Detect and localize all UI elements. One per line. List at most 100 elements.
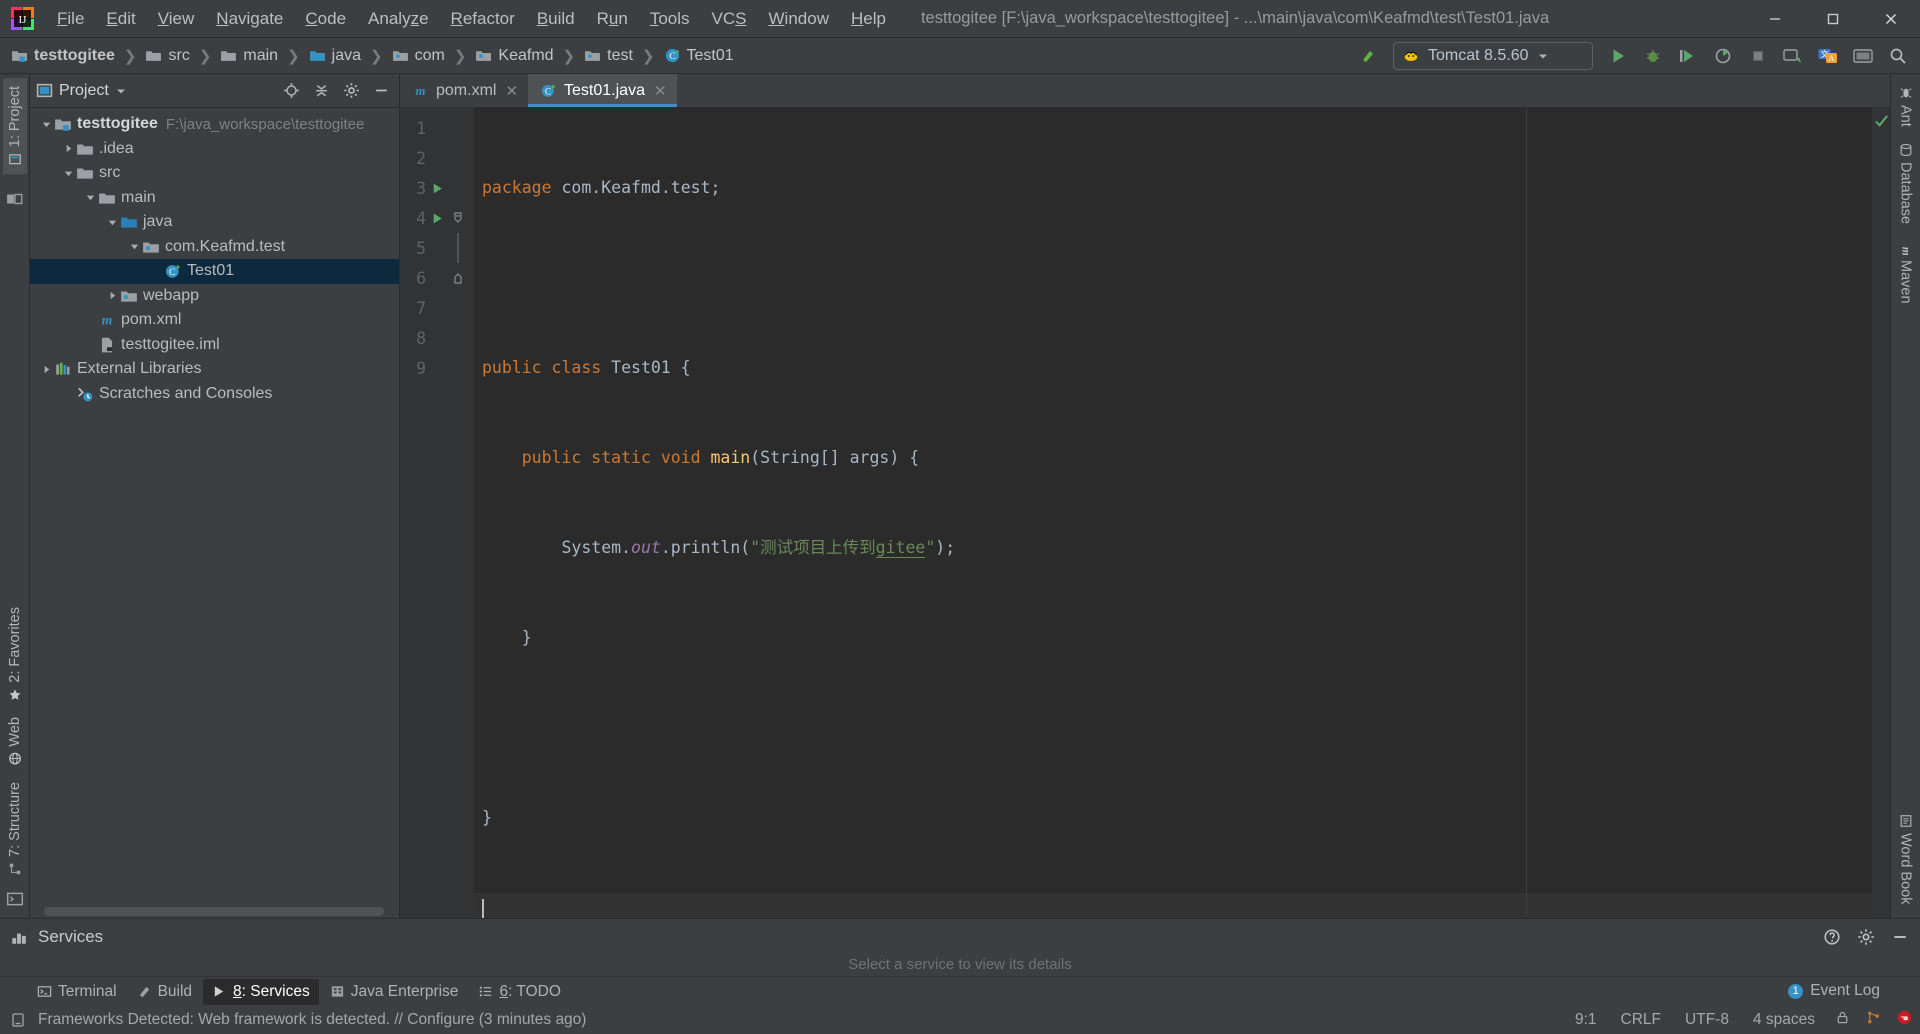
tree-node-main[interactable]: main bbox=[30, 186, 399, 211]
expand-arrow-right-icon[interactable] bbox=[38, 361, 54, 377]
tree-node-iml[interactable]: testtogitee.iml bbox=[30, 333, 399, 358]
tree-node-java[interactable]: java bbox=[30, 210, 399, 235]
sidebar-item-database[interactable]: Database bbox=[1894, 135, 1918, 232]
breadcrumb-item-src[interactable]: src bbox=[142, 45, 192, 67]
menu-code[interactable]: Code bbox=[294, 5, 357, 33]
breadcrumb-item-test01[interactable]: C Test01 bbox=[661, 45, 737, 67]
services-settings-button[interactable] bbox=[1854, 925, 1878, 949]
hide-panel-button[interactable] bbox=[369, 79, 393, 103]
close-button[interactable] bbox=[1862, 0, 1920, 38]
expand-arrow-down-icon[interactable] bbox=[104, 214, 120, 230]
make-project-button[interactable] bbox=[1352, 41, 1384, 71]
menu-tools[interactable]: Tools bbox=[639, 5, 701, 33]
services-help-button[interactable] bbox=[1820, 925, 1844, 949]
terminal-strip-icon[interactable] bbox=[6, 890, 24, 908]
gitee-icon[interactable] bbox=[1897, 1010, 1912, 1030]
code-token-link[interactable]: gitee bbox=[875, 538, 926, 558]
expand-arrow-down-icon[interactable] bbox=[60, 165, 76, 181]
sidebar-item-project[interactable]: 1: Project bbox=[2, 78, 27, 175]
breadcrumb-item-main[interactable]: main bbox=[217, 45, 281, 67]
menu-help[interactable]: Help bbox=[840, 5, 897, 33]
breadcrumb-item-keafmd[interactable]: Keafmd bbox=[472, 45, 556, 67]
run-gutter-button[interactable] bbox=[426, 212, 448, 225]
run-gutter-button[interactable] bbox=[426, 182, 448, 195]
status-message[interactable]: Frameworks Detected: Web framework is de… bbox=[34, 1009, 590, 1031]
breadcrumb-item-test[interactable]: test bbox=[581, 45, 636, 67]
tree-node-pom-xml[interactable]: m pom.xml bbox=[30, 308, 399, 333]
expand-arrow-down-icon[interactable] bbox=[82, 190, 98, 206]
editor-gutter[interactable]: 1 2 3 4 5 6 7 8 9 bbox=[400, 107, 474, 918]
fold-start-icon[interactable] bbox=[448, 211, 468, 225]
project-settings-button[interactable] bbox=[339, 79, 363, 103]
tree-node-webapp[interactable]: webapp bbox=[30, 284, 399, 309]
sidebar-item-word-book[interactable]: Word Book bbox=[1894, 806, 1918, 912]
project-tree-horizontal-scrollbar[interactable] bbox=[44, 907, 384, 916]
code-editor[interactable]: 1 2 3 4 5 6 7 8 9 package com.Keafmd.tes… bbox=[400, 107, 1890, 918]
menu-run[interactable]: Run bbox=[586, 5, 639, 33]
debug-button[interactable] bbox=[1637, 41, 1669, 71]
git-branch-icon[interactable] bbox=[1866, 1010, 1881, 1030]
readonly-lock-icon[interactable] bbox=[1835, 1010, 1850, 1030]
run-with-coverage-button[interactable] bbox=[1672, 41, 1704, 71]
event-log-button[interactable]: 1 Event Log bbox=[1788, 976, 1880, 1006]
tree-node-com-keafmd-test[interactable]: com.Keafmd.test bbox=[30, 235, 399, 260]
indent-setting[interactable]: 4 spaces bbox=[1749, 1009, 1819, 1031]
expand-arrow-right-icon[interactable] bbox=[60, 141, 76, 157]
notification-icon[interactable] bbox=[10, 1012, 26, 1028]
breadcrumb-item-testtogitee[interactable]: testtogitee bbox=[8, 45, 118, 67]
breadcrumb-item-java[interactable]: java bbox=[306, 45, 364, 67]
sidebar-item-favorites[interactable]: 2: Favorites bbox=[3, 599, 27, 710]
editor-tab-pom-xml[interactable]: m pom.xml ✕ bbox=[400, 74, 528, 107]
expand-arrow-down-icon[interactable] bbox=[126, 239, 142, 255]
locate-file-button[interactable] bbox=[279, 79, 303, 103]
tab-todo[interactable]: 6: TODO bbox=[469, 979, 569, 1005]
tab-build[interactable]: Build bbox=[128, 979, 201, 1005]
sidebar-item-structure[interactable]: 7: Structure bbox=[3, 774, 27, 884]
editor-text-area[interactable]: package com.Keafmd.test; public class Te… bbox=[474, 107, 1872, 918]
close-tab-icon[interactable]: ✕ bbox=[505, 82, 518, 100]
menu-view[interactable]: View bbox=[147, 5, 206, 33]
run-button[interactable] bbox=[1602, 41, 1634, 71]
structure-toggle-icon[interactable] bbox=[6, 190, 24, 208]
menu-vcs[interactable]: VCS bbox=[701, 5, 758, 33]
breadcrumb-item-com[interactable]: com bbox=[389, 45, 448, 67]
menu-analyze[interactable]: Analyze bbox=[357, 5, 440, 33]
menu-build[interactable]: Build bbox=[526, 5, 586, 33]
menu-refactor[interactable]: Refactor bbox=[440, 5, 526, 33]
tab-services[interactable]: 8: Services bbox=[203, 978, 319, 1005]
minimize-button[interactable] bbox=[1746, 0, 1804, 38]
sidebar-item-ant[interactable]: Ant bbox=[1894, 78, 1918, 135]
expand-arrow-down-icon[interactable] bbox=[38, 116, 54, 132]
tree-node-src[interactable]: src bbox=[30, 161, 399, 186]
sidebar-item-web[interactable]: Web bbox=[3, 709, 27, 774]
close-tab-icon[interactable]: ✕ bbox=[654, 82, 667, 100]
project-tree[interactable]: testtogitee F:\java_workspace\testtogite… bbox=[30, 108, 399, 918]
file-encoding[interactable]: UTF-8 bbox=[1681, 1009, 1733, 1031]
menu-navigate[interactable]: Navigate bbox=[205, 5, 294, 33]
tree-node-testtogitee[interactable]: testtogitee F:\java_workspace\testtogite… bbox=[30, 112, 399, 137]
caret-position[interactable]: 9:1 bbox=[1571, 1009, 1601, 1031]
profile-button[interactable] bbox=[1707, 41, 1739, 71]
menu-window[interactable]: Window bbox=[758, 5, 840, 33]
services-hide-button[interactable] bbox=[1888, 925, 1912, 949]
collapse-all-button[interactable] bbox=[309, 79, 333, 103]
fold-end-icon[interactable] bbox=[448, 271, 468, 285]
stop-button[interactable] bbox=[1742, 41, 1774, 71]
tab-java-enterprise[interactable]: Java Enterprise bbox=[321, 979, 468, 1005]
menu-edit[interactable]: Edit bbox=[95, 5, 146, 33]
tree-node-idea[interactable]: .idea bbox=[30, 137, 399, 162]
presentation-button[interactable] bbox=[1847, 41, 1879, 71]
maximize-button[interactable] bbox=[1804, 0, 1862, 38]
sidebar-item-maven[interactable]: m Maven bbox=[1894, 232, 1918, 312]
run-configuration-selector[interactable]: Tomcat 8.5.60 bbox=[1393, 42, 1593, 70]
tree-node-external-libraries[interactable]: External Libraries bbox=[30, 357, 399, 382]
expand-arrow-right-icon[interactable] bbox=[104, 288, 120, 304]
editor-tab-test01-java[interactable]: C Test01.java ✕ bbox=[528, 74, 677, 107]
search-everywhere-button[interactable] bbox=[1882, 41, 1914, 71]
tree-node-scratches[interactable]: Scratches and Consoles bbox=[30, 382, 399, 407]
line-separator[interactable]: CRLF bbox=[1617, 1009, 1665, 1031]
inspection-stripe[interactable] bbox=[1872, 107, 1890, 918]
tree-node-test01[interactable]: C Test01 bbox=[30, 259, 399, 284]
tab-terminal[interactable]: Terminal bbox=[28, 979, 126, 1005]
chevron-down-icon[interactable] bbox=[115, 85, 127, 97]
